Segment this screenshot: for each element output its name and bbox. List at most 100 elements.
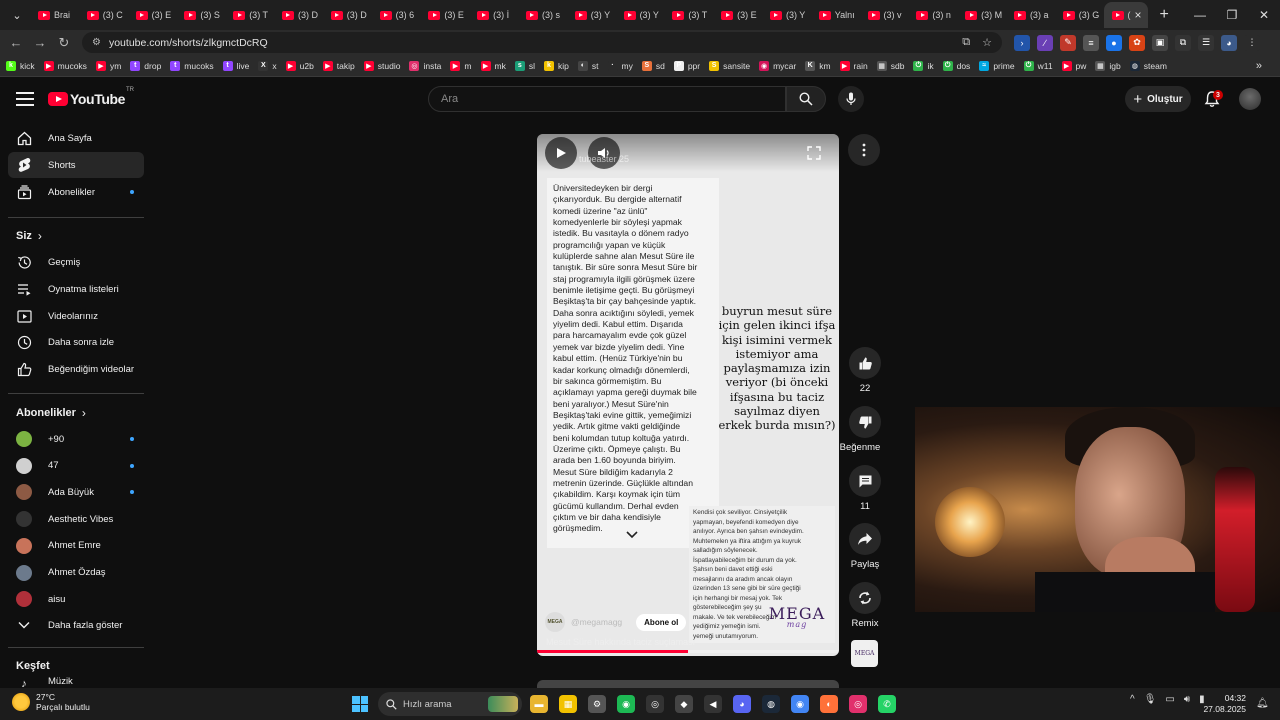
close-window-icon[interactable]: ✕	[1248, 8, 1280, 22]
notifications-icon[interactable]: 🔔︎	[1256, 698, 1269, 709]
sidebar-subscription-item[interactable]: Aesthetic Vibes	[8, 506, 144, 532]
settings-icon[interactable]: ⚙	[588, 695, 606, 713]
tab[interactable]: (3) S	[176, 2, 225, 28]
bookmark-item[interactable]: t mucoks	[170, 60, 214, 71]
bookmark-item[interactable]: t drop	[130, 60, 161, 71]
instagram-icon[interactable]: ◎	[849, 695, 867, 713]
sidebar-item-playlists[interactable]: Oynatma listeleri	[8, 276, 144, 302]
create-button[interactable]: + Oluştur	[1125, 86, 1191, 112]
sidebar-item-shorts[interactable]: Shorts	[8, 152, 144, 178]
tab[interactable]: (3) E	[713, 2, 762, 28]
more-options-button[interactable]	[848, 134, 880, 166]
tab[interactable]: (3) T	[225, 2, 274, 28]
reading-list-icon[interactable]: ☰	[1198, 34, 1214, 51]
menu-icon[interactable]	[16, 92, 34, 106]
start-button[interactable]	[352, 696, 368, 712]
forward-icon[interactable]: →	[28, 35, 52, 50]
bookmark-item[interactable]: ◐ st	[577, 60, 599, 71]
extension-icon[interactable]: ∕	[1037, 34, 1053, 51]
tab[interactable]: (3) Y	[762, 2, 811, 28]
bookmark-item[interactable]: k kick	[6, 60, 35, 71]
tab[interactable]: Yalnı	[811, 2, 860, 28]
spotify-icon[interactable]: ◉	[617, 695, 635, 713]
bookmark-item[interactable]: ≈ prime	[979, 60, 1015, 71]
fullscreen-button[interactable]	[798, 137, 830, 169]
bookmark-star-icon[interactable]: ☆	[982, 36, 992, 49]
tab[interactable]: (3) İ	[469, 2, 518, 28]
voice-search-button[interactable]	[838, 86, 864, 112]
youtube-logo[interactable]: YouTube TR	[48, 87, 134, 107]
search-button[interactable]	[786, 86, 826, 112]
bookmark-item[interactable]: ▦ sdb	[876, 60, 904, 71]
extension-icon[interactable]: ▣	[1152, 34, 1168, 51]
bookmark-item[interactable]: ▦ igb	[1095, 60, 1121, 71]
volume-button[interactable]	[588, 137, 620, 169]
comments-button[interactable]	[849, 465, 881, 497]
shorts-player[interactable]: Üniversitedeyken bir dergi çıkarıyorduk.…	[537, 134, 839, 656]
bookmark-item[interactable]: s sl	[514, 60, 535, 71]
whatsapp-icon[interactable]: ✆	[878, 695, 896, 713]
tab[interactable]: (3) n	[908, 2, 957, 28]
tab[interactable]: (3) E	[128, 2, 177, 28]
tab[interactable]: (3) T	[664, 2, 713, 28]
extension-icon[interactable]: ✎	[1060, 34, 1076, 51]
profile-icon[interactable]: ◕	[1221, 34, 1237, 51]
obs-icon[interactable]: ◎	[646, 695, 664, 713]
network-icon[interactable]: ▭	[1165, 694, 1174, 705]
bookmark-item[interactable]: Kkm	[805, 60, 831, 71]
remix-action[interactable]: Remix	[848, 582, 882, 629]
firefox-icon[interactable]: ◐	[820, 695, 838, 713]
file-explorer-icon[interactable]: ▬	[530, 695, 548, 713]
bookmark-item[interactable]: ◉ mycar	[759, 60, 796, 71]
app-icon[interactable]: ◆	[675, 695, 693, 713]
discord-icon[interactable]: ◕	[733, 695, 751, 713]
sidebar-item-history[interactable]: Geçmiş	[8, 249, 144, 275]
tab[interactable]: (3) D	[274, 2, 323, 28]
dislike-action[interactable]: Beğenme	[840, 406, 882, 453]
site-info-icon[interactable]: ⚙	[92, 37, 101, 48]
weather-widget[interactable]: 27°C Parçalı bulutlu	[12, 692, 90, 712]
tab[interactable]: (3) 6	[372, 2, 421, 28]
bookmark-item[interactable]: Xx	[258, 60, 277, 71]
more-bookmarks-icon[interactable]: »	[1256, 60, 1262, 72]
bookmark-item[interactable]: ◎ insta	[409, 60, 441, 71]
bookmark-item[interactable]: Pppr	[673, 60, 700, 71]
new-tab-button[interactable]: +	[1160, 6, 1180, 24]
bookmark-item[interactable]: · my	[607, 60, 633, 71]
bookmark-item[interactable]: ▶ takip	[322, 60, 355, 71]
play-button[interactable]	[545, 137, 577, 169]
bookmark-item[interactable]: ▶ mk	[480, 60, 506, 71]
tab[interactable]: (3) E	[420, 2, 469, 28]
channel-avatar[interactable]: MEGA	[545, 612, 565, 632]
bookmark-item[interactable]: ⏻ w11	[1023, 60, 1053, 71]
tab[interactable]: Brai	[30, 2, 79, 28]
bookmark-item[interactable]: ▶ rain	[839, 60, 868, 71]
restore-icon[interactable]: ❐	[1216, 8, 1248, 22]
share-action[interactable]: Paylaş	[848, 523, 882, 570]
sidebar-subscription-item[interactable]: 47	[8, 453, 144, 479]
extensions-puzzle-icon[interactable]: ⧉	[1175, 34, 1191, 51]
url-input[interactable]: ⚙ youtube.com/shorts/zlkgmctDcRQ ⧉ ☆	[82, 32, 1002, 53]
comments-action[interactable]: 11	[848, 465, 882, 512]
share-button[interactable]	[849, 523, 881, 555]
remix-button[interactable]	[849, 582, 881, 614]
account-avatar[interactable]	[1239, 88, 1261, 110]
tab[interactable]: (3) C	[79, 2, 128, 28]
tab[interactable]: (3) Y	[567, 2, 616, 28]
taskbar-clock[interactable]: 04:32 27.08.2025	[1198, 693, 1246, 715]
tab[interactable]: (3) v	[860, 2, 909, 28]
sidebar-subscription-item[interactable]: aisu	[8, 586, 144, 612]
reload-icon[interactable]: ↻	[52, 35, 76, 51]
sidebar-item-your-videos[interactable]: Videolarınız	[8, 303, 144, 329]
tab-search-button[interactable]: ⌄	[4, 2, 30, 28]
like-button[interactable]	[849, 347, 881, 379]
app-icon-2[interactable]: ◀	[704, 695, 722, 713]
sidebar-subscription-item[interactable]: +90	[8, 426, 144, 452]
tab[interactable]: (3) M	[957, 2, 1006, 28]
extension-icon[interactable]: ●	[1106, 34, 1122, 51]
bookmark-item[interactable]: ▶ ym	[95, 60, 121, 71]
bookmark-item[interactable]: t live	[222, 60, 249, 71]
chrome-icon[interactable]: ◉	[791, 695, 809, 713]
tab[interactable]: (3) D	[323, 2, 372, 28]
steam-icon[interactable]: ◍	[762, 695, 780, 713]
